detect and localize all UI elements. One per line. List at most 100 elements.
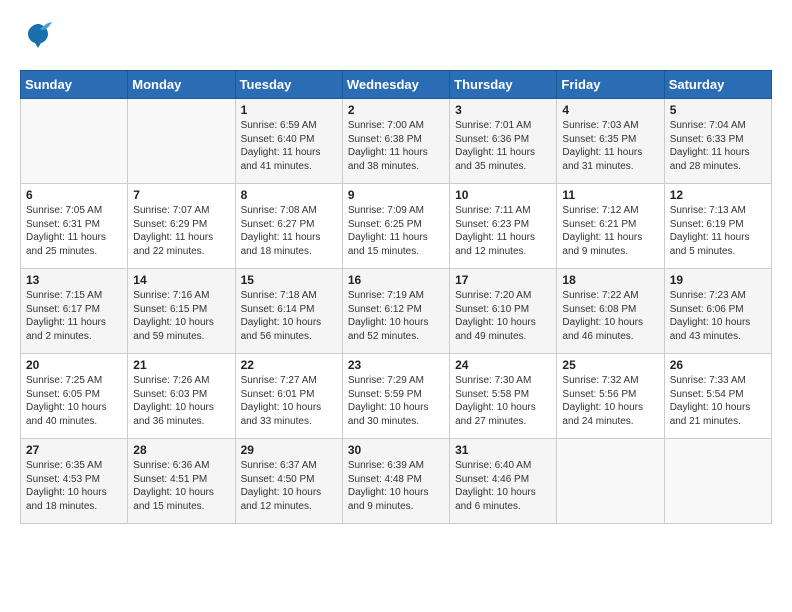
calendar-cell: 8 Sunrise: 7:08 AM Sunset: 6:27 PM Daylig… bbox=[235, 184, 342, 269]
calendar-cell: 26Sunrise: 7:33 AM Sunset: 5:54 PM Dayli… bbox=[664, 354, 771, 439]
day-detail: Sunrise: 7:11 AM Sunset: 6:23 PM Dayligh… bbox=[455, 204, 551, 258]
calendar-week-row: 20 Sunrise: 7:25 AM Sunset: 6:05 PM Dayli… bbox=[21, 354, 772, 439]
day-detail: Sunrise: 7:07 AM Sunset: 6:29 PM Dayligh… bbox=[133, 204, 229, 258]
calendar-cell: 14Sunrise: 7:16 AM Sunset: 6:15 PM Dayli… bbox=[128, 269, 235, 354]
day-detail: Sunrise: 7:25 AM Sunset: 6:05 PM Dayligh… bbox=[26, 374, 122, 428]
day-detail: Sunrise: 7:26 AM Sunset: 6:03 PM Dayligh… bbox=[133, 374, 229, 428]
day-detail: Sunrise: 7:03 AM Sunset: 6:35 PM Dayligh… bbox=[562, 119, 658, 173]
day-number: 12 bbox=[670, 188, 766, 202]
day-detail: Sunrise: 7:22 AM Sunset: 6:08 PM Dayligh… bbox=[562, 289, 658, 343]
calendar-week-row: 6 Sunrise: 7:05 AM Sunset: 6:31 PM Daylig… bbox=[21, 184, 772, 269]
day-number: 6 bbox=[26, 188, 122, 202]
day-number: 20 bbox=[26, 358, 122, 372]
calendar-cell: 19 Sunrise: 7:23 AM Sunset: 6:06 PM Dayli… bbox=[664, 269, 771, 354]
calendar-cell: 28Sunrise: 6:36 AM Sunset: 4:51 PM Dayli… bbox=[128, 439, 235, 524]
day-number: 31 bbox=[455, 443, 551, 457]
calendar-cell bbox=[557, 439, 664, 524]
day-number: 29 bbox=[241, 443, 337, 457]
calendar-cell: 6 Sunrise: 7:05 AM Sunset: 6:31 PM Daylig… bbox=[21, 184, 128, 269]
calendar-cell: 25 Sunrise: 7:32 AM Sunset: 5:56 PM Dayli… bbox=[557, 354, 664, 439]
calendar-cell: 20 Sunrise: 7:25 AM Sunset: 6:05 PM Dayli… bbox=[21, 354, 128, 439]
day-detail: Sunrise: 7:30 AM Sunset: 5:58 PM Dayligh… bbox=[455, 374, 551, 428]
day-detail: Sunrise: 6:39 AM Sunset: 4:48 PM Dayligh… bbox=[348, 459, 444, 513]
day-number: 24 bbox=[455, 358, 551, 372]
calendar-week-row: 13 Sunrise: 7:15 AM Sunset: 6:17 PM Dayli… bbox=[21, 269, 772, 354]
day-header-sunday: Sunday bbox=[21, 71, 128, 99]
calendar-cell: 30 Sunrise: 6:39 AM Sunset: 4:48 PM Dayli… bbox=[342, 439, 449, 524]
calendar-cell: 1 Sunrise: 6:59 AM Sunset: 6:40 PM Daylig… bbox=[235, 99, 342, 184]
day-number: 23 bbox=[348, 358, 444, 372]
day-number: 2 bbox=[348, 103, 444, 117]
calendar-cell: 3 Sunrise: 7:01 AM Sunset: 6:36 PM Daylig… bbox=[450, 99, 557, 184]
day-number: 18 bbox=[562, 273, 658, 287]
day-detail: Sunrise: 7:27 AM Sunset: 6:01 PM Dayligh… bbox=[241, 374, 337, 428]
day-number: 10 bbox=[455, 188, 551, 202]
day-detail: Sunrise: 7:29 AM Sunset: 5:59 PM Dayligh… bbox=[348, 374, 444, 428]
day-detail: Sunrise: 6:40 AM Sunset: 4:46 PM Dayligh… bbox=[455, 459, 551, 513]
calendar-cell: 24 Sunrise: 7:30 AM Sunset: 5:58 PM Dayli… bbox=[450, 354, 557, 439]
calendar-cell: 5 Sunrise: 7:04 AM Sunset: 6:33 PM Daylig… bbox=[664, 99, 771, 184]
day-number: 15 bbox=[241, 273, 337, 287]
calendar-cell: 21 Sunrise: 7:26 AM Sunset: 6:03 PM Dayli… bbox=[128, 354, 235, 439]
day-number: 14 bbox=[133, 273, 229, 287]
day-detail: Sunrise: 7:23 AM Sunset: 6:06 PM Dayligh… bbox=[670, 289, 766, 343]
day-detail: Sunrise: 6:36 AM Sunset: 4:51 PM Dayligh… bbox=[133, 459, 229, 513]
day-header-saturday: Saturday bbox=[664, 71, 771, 99]
calendar-cell: 16 Sunrise: 7:19 AM Sunset: 6:12 PM Dayli… bbox=[342, 269, 449, 354]
day-detail: Sunrise: 6:35 AM Sunset: 4:53 PM Dayligh… bbox=[26, 459, 122, 513]
day-header-thursday: Thursday bbox=[450, 71, 557, 99]
day-number: 22 bbox=[241, 358, 337, 372]
logo-bird-icon bbox=[24, 20, 52, 54]
day-number: 4 bbox=[562, 103, 658, 117]
calendar-cell bbox=[664, 439, 771, 524]
day-number: 8 bbox=[241, 188, 337, 202]
calendar-cell: 23 Sunrise: 7:29 AM Sunset: 5:59 PM Dayli… bbox=[342, 354, 449, 439]
day-detail: Sunrise: 6:37 AM Sunset: 4:50 PM Dayligh… bbox=[241, 459, 337, 513]
day-detail: Sunrise: 7:08 AM Sunset: 6:27 PM Dayligh… bbox=[241, 204, 337, 258]
page-header bbox=[20, 20, 772, 54]
day-detail: Sunrise: 6:59 AM Sunset: 6:40 PM Dayligh… bbox=[241, 119, 337, 173]
day-number: 1 bbox=[241, 103, 337, 117]
day-detail: Sunrise: 7:20 AM Sunset: 6:10 PM Dayligh… bbox=[455, 289, 551, 343]
day-detail: Sunrise: 7:13 AM Sunset: 6:19 PM Dayligh… bbox=[670, 204, 766, 258]
calendar-cell: 18 Sunrise: 7:22 AM Sunset: 6:08 PM Dayli… bbox=[557, 269, 664, 354]
day-number: 3 bbox=[455, 103, 551, 117]
day-detail: Sunrise: 7:19 AM Sunset: 6:12 PM Dayligh… bbox=[348, 289, 444, 343]
calendar-cell: 17 Sunrise: 7:20 AM Sunset: 6:10 PM Dayli… bbox=[450, 269, 557, 354]
day-number: 30 bbox=[348, 443, 444, 457]
day-number: 9 bbox=[348, 188, 444, 202]
calendar-cell: 15Sunrise: 7:18 AM Sunset: 6:14 PM Dayli… bbox=[235, 269, 342, 354]
day-number: 21 bbox=[133, 358, 229, 372]
day-number: 27 bbox=[26, 443, 122, 457]
calendar-cell: 10 Sunrise: 7:11 AM Sunset: 6:23 PM Dayli… bbox=[450, 184, 557, 269]
day-number: 19 bbox=[670, 273, 766, 287]
day-header-monday: Monday bbox=[128, 71, 235, 99]
day-detail: Sunrise: 7:00 AM Sunset: 6:38 PM Dayligh… bbox=[348, 119, 444, 173]
day-number: 26 bbox=[670, 358, 766, 372]
day-detail: Sunrise: 7:09 AM Sunset: 6:25 PM Dayligh… bbox=[348, 204, 444, 258]
calendar-cell: 31 Sunrise: 6:40 AM Sunset: 4:46 PM Dayli… bbox=[450, 439, 557, 524]
calendar-cell: 22 Sunrise: 7:27 AM Sunset: 6:01 PM Dayli… bbox=[235, 354, 342, 439]
day-detail: Sunrise: 7:04 AM Sunset: 6:33 PM Dayligh… bbox=[670, 119, 766, 173]
calendar-week-row: 1 Sunrise: 6:59 AM Sunset: 6:40 PM Daylig… bbox=[21, 99, 772, 184]
day-detail: Sunrise: 7:01 AM Sunset: 6:36 PM Dayligh… bbox=[455, 119, 551, 173]
day-detail: Sunrise: 7:32 AM Sunset: 5:56 PM Dayligh… bbox=[562, 374, 658, 428]
calendar-cell: 12 Sunrise: 7:13 AM Sunset: 6:19 PM Dayli… bbox=[664, 184, 771, 269]
day-number: 11 bbox=[562, 188, 658, 202]
calendar-week-row: 27 Sunrise: 6:35 AM Sunset: 4:53 PM Dayli… bbox=[21, 439, 772, 524]
day-number: 13 bbox=[26, 273, 122, 287]
calendar-cell: 29 Sunrise: 6:37 AM Sunset: 4:50 PM Dayli… bbox=[235, 439, 342, 524]
day-detail: Sunrise: 7:15 AM Sunset: 6:17 PM Dayligh… bbox=[26, 289, 122, 343]
day-number: 7 bbox=[133, 188, 229, 202]
day-header-tuesday: Tuesday bbox=[235, 71, 342, 99]
day-number: 25 bbox=[562, 358, 658, 372]
calendar-cell: 7 Sunrise: 7:07 AM Sunset: 6:29 PM Daylig… bbox=[128, 184, 235, 269]
calendar-cell bbox=[128, 99, 235, 184]
day-number: 16 bbox=[348, 273, 444, 287]
day-detail: Sunrise: 7:05 AM Sunset: 6:31 PM Dayligh… bbox=[26, 204, 122, 258]
day-header-wednesday: Wednesday bbox=[342, 71, 449, 99]
calendar-header-row: SundayMondayTuesdayWednesdayThursdayFrid… bbox=[21, 71, 772, 99]
calendar-cell: 11Sunrise: 7:12 AM Sunset: 6:21 PM Dayli… bbox=[557, 184, 664, 269]
day-number: 17 bbox=[455, 273, 551, 287]
day-number: 5 bbox=[670, 103, 766, 117]
